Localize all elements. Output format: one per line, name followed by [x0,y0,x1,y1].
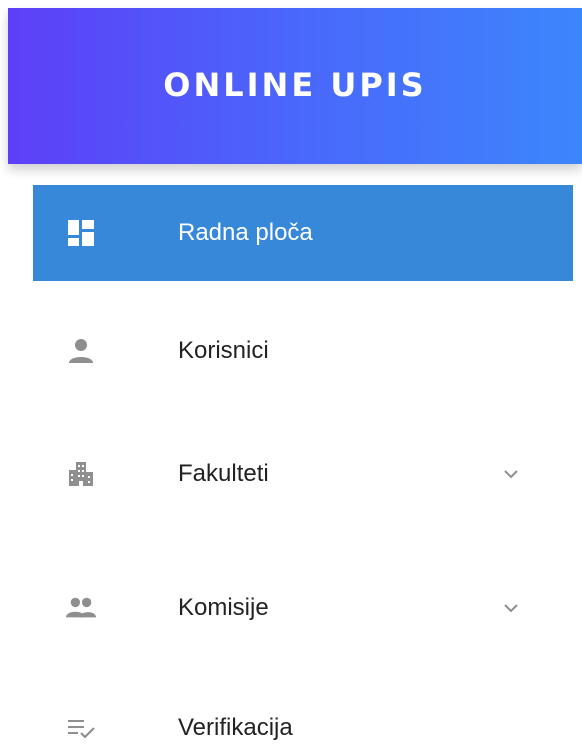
app-title: ONLINE UPIS [163,66,427,104]
sidebar-item-korisnici[interactable]: Korisnici [33,303,573,399]
sidebar: ONLINE UPIS Radna ploča Korisnici Fakult… [0,0,582,748]
person-icon [66,336,96,366]
people-icon [66,593,96,623]
sidebar-item-label: Verifikacija [178,714,293,741]
chevron-down-icon[interactable] [501,598,521,618]
playlist-check-icon [66,713,96,743]
sidebar-item-label: Radna ploča [178,219,313,246]
sidebar-item-komisije[interactable]: Komisije [33,560,573,656]
chevron-down-icon[interactable] [501,464,521,484]
sidebar-item-verifikacija[interactable]: Verifikacija [33,680,573,748]
sidebar-item-label: Fakulteti [178,460,269,487]
sidebar-item-fakulteti[interactable]: Fakulteti [33,426,573,522]
sidebar-item-label: Korisnici [178,337,269,364]
sidebar-item-label: Komisije [178,594,269,621]
sidebar-item-radna-ploca[interactable]: Radna ploča [33,185,573,281]
app-header: ONLINE UPIS [8,8,582,164]
building-icon [66,459,96,489]
dashboard-icon [66,218,96,248]
